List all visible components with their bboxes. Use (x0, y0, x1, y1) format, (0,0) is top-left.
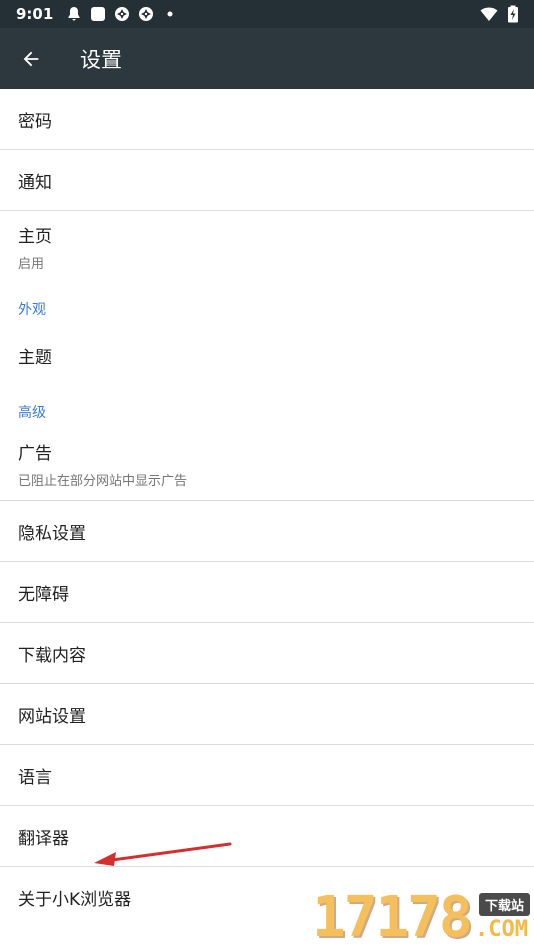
settings-item-privacy[interactable]: 隐私设置 (0, 501, 534, 562)
watermark-tag: 下载站 (478, 893, 530, 916)
settings-item-label: 下载内容 (18, 645, 86, 666)
status-bar: 9:01 (0, 0, 534, 28)
back-button[interactable] (0, 28, 62, 89)
notification-icon (65, 5, 83, 23)
aperture-icon (113, 5, 131, 23)
settings-item-label: 无障碍 (18, 584, 69, 605)
arrow-left-icon (23, 51, 39, 66)
settings-item-label: 主题 (18, 348, 52, 368)
settings-item-label: 密码 (18, 111, 52, 132)
section-header-label: 高级 (18, 405, 46, 421)
settings-item-subtitle: 已阻止在部分网站中显示广告 (18, 474, 188, 489)
settings-list: 密码 通知 主页 启用 外观 主题 高级 广告 已阻止在部分网站中显示广告 隐私… (0, 89, 534, 928)
settings-item-accessibility[interactable]: 无障碍 (0, 562, 534, 623)
settings-item-downloads[interactable]: 下载内容 (0, 623, 534, 684)
status-notification-icons (65, 5, 179, 23)
app-toolbar: 设置 (0, 28, 534, 89)
section-header-label: 外观 (18, 302, 46, 318)
settings-item-label: 关于小K浏览器 (18, 890, 132, 910)
settings-item-label: 网站设置 (18, 706, 86, 727)
settings-item-label: 通知 (18, 172, 52, 193)
settings-item-homepage[interactable]: 主页 启用 (0, 211, 534, 283)
settings-item-notifications[interactable]: 通知 (0, 150, 534, 211)
status-time: 9:01 (16, 5, 54, 23)
settings-item-subtitle: 启用 (18, 257, 45, 272)
settings-item-label: 语言 (18, 767, 52, 788)
watermark-domain: .COM (475, 917, 528, 942)
settings-item-label: 主页 (18, 227, 52, 247)
wifi-icon (480, 5, 498, 23)
dot-icon (161, 5, 179, 23)
square-app-icon (89, 5, 107, 23)
page-title: 设置 (80, 47, 122, 72)
battery-charging-icon (504, 5, 522, 23)
settings-item-translator[interactable]: 翻译器 (0, 806, 534, 867)
status-right-icons (480, 5, 522, 23)
settings-item-site-settings[interactable]: 网站设置 (0, 684, 534, 745)
watermark-number: 17178 (312, 885, 473, 950)
settings-item-label: 隐私设置 (18, 523, 86, 544)
settings-item-label: 广告 (18, 444, 52, 464)
aperture-icon (137, 5, 155, 23)
watermark-logo: 17178 下载站 .COM (308, 885, 534, 950)
section-header-advanced: 高级 (0, 386, 534, 428)
settings-item-ads[interactable]: 广告 已阻止在部分网站中显示广告 (0, 428, 534, 501)
section-header-appearance: 外观 (0, 283, 534, 325)
settings-item-theme[interactable]: 主题 (0, 325, 534, 386)
settings-item-language[interactable]: 语言 (0, 745, 534, 806)
settings-item-password[interactable]: 密码 (0, 89, 534, 150)
settings-item-label: 翻译器 (18, 828, 69, 849)
